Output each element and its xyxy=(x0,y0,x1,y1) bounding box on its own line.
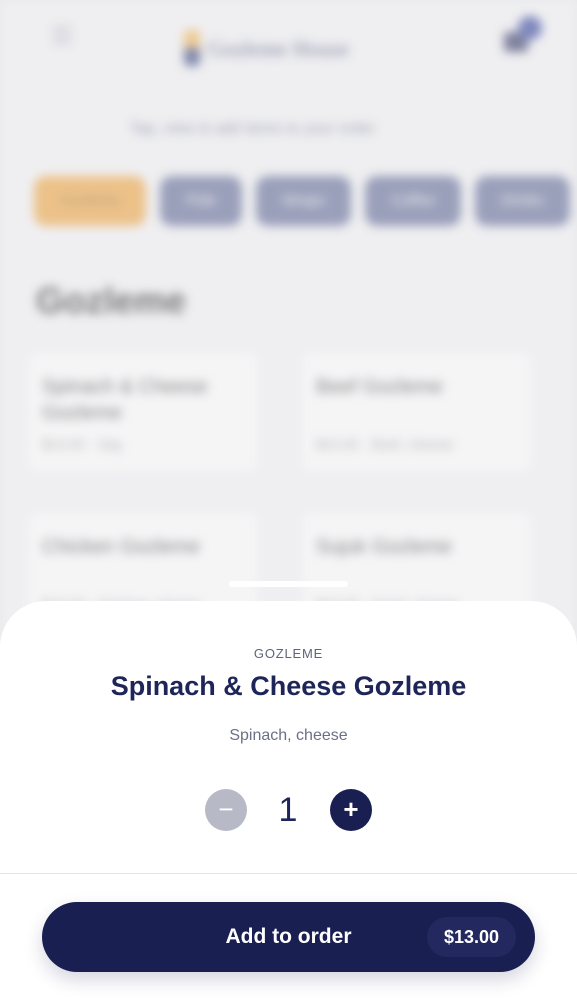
item-detail-sheet: GOZLEME Spinach & Cheese Gozleme Spinach… xyxy=(0,601,577,1000)
brand-name: Gozleme House xyxy=(208,36,350,61)
menu-card-name: Spinach & Cheese Gozleme xyxy=(42,376,208,424)
category-chip-wraps: Wraps xyxy=(256,176,352,226)
category-chip-pide: Pide xyxy=(160,176,243,226)
brand-logo: Gozleme House xyxy=(180,30,395,70)
category-chip-drinks: Drinks xyxy=(475,176,570,226)
menu-card: Beef Gozleme $15.00 · Beef, cheese xyxy=(302,352,532,472)
section-title: Gozleme xyxy=(36,280,187,321)
hamburger-menu-icon xyxy=(42,22,82,62)
order-notice: Tap, view & add items to your order xyxy=(130,120,376,137)
menu-card-name: Sujuk Gozleme xyxy=(316,536,452,558)
quantity-stepper: − 1 + xyxy=(0,789,577,833)
sheet-drag-handle[interactable] xyxy=(229,581,348,587)
shopping-basket-icon xyxy=(500,16,542,58)
basket-shape xyxy=(504,32,528,52)
menu-card-name: Chicken Gozleme xyxy=(42,536,200,558)
menu-card-meta: $15.00 · Beef, cheese xyxy=(316,436,453,452)
menu-card-name: Beef Gozleme xyxy=(316,376,443,398)
cart-count-badge xyxy=(518,16,542,40)
divider xyxy=(0,873,577,874)
item-title: Spinach & Cheese Gozleme xyxy=(110,671,467,701)
category-chips: Gozleme Pide Wraps Coffee Drinks xyxy=(34,176,577,226)
decrease-quantity-button[interactable]: − xyxy=(205,789,247,831)
category-chip-gozleme: Gozleme xyxy=(34,176,147,226)
menu-card-meta: $13.00 · Veg xyxy=(42,436,122,452)
increase-quantity-button[interactable]: + xyxy=(330,789,372,831)
category-chip-coffee: Coffee xyxy=(365,176,462,226)
price-badge: $13.00 xyxy=(427,917,516,957)
logo-mark xyxy=(184,30,200,66)
item-description: Spinach, cheese xyxy=(229,727,348,744)
item-category: GOZLEME xyxy=(253,646,324,661)
add-to-order-button[interactable]: Add to order $13.00 xyxy=(42,902,535,972)
quantity-value: 1 xyxy=(278,791,298,829)
menu-card: Spinach & Cheese Gozleme $13.00 · Veg xyxy=(28,352,258,472)
